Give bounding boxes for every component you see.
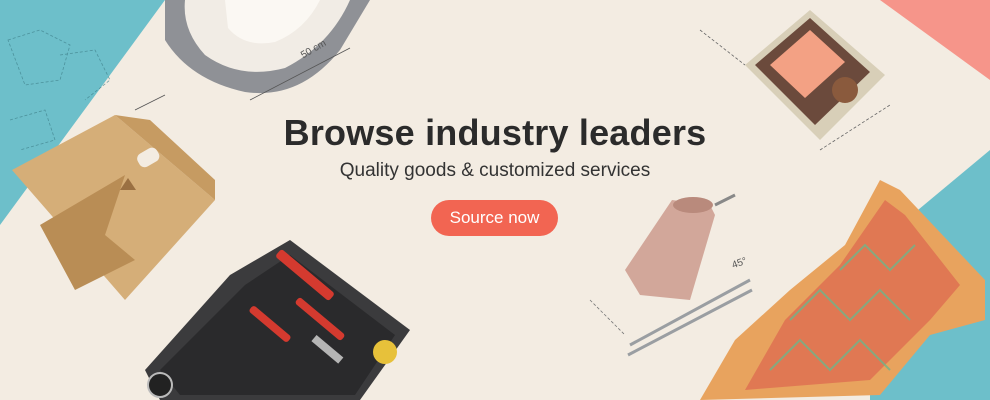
banner-headline: Browse industry leaders: [283, 112, 707, 153]
banner-subheadline: Quality goods & customized services: [339, 160, 651, 181]
steel-tumbler-image: [589, 193, 753, 357]
pet-bed-image: [165, 0, 370, 101]
tool-case-image: [145, 240, 410, 400]
promo-banner[interactable]: 50 cm 45° Browse industry leaders Qualit…: [0, 0, 990, 400]
coral-corner-shape: [880, 0, 990, 80]
source-now-button[interactable]: Source now: [431, 200, 558, 236]
